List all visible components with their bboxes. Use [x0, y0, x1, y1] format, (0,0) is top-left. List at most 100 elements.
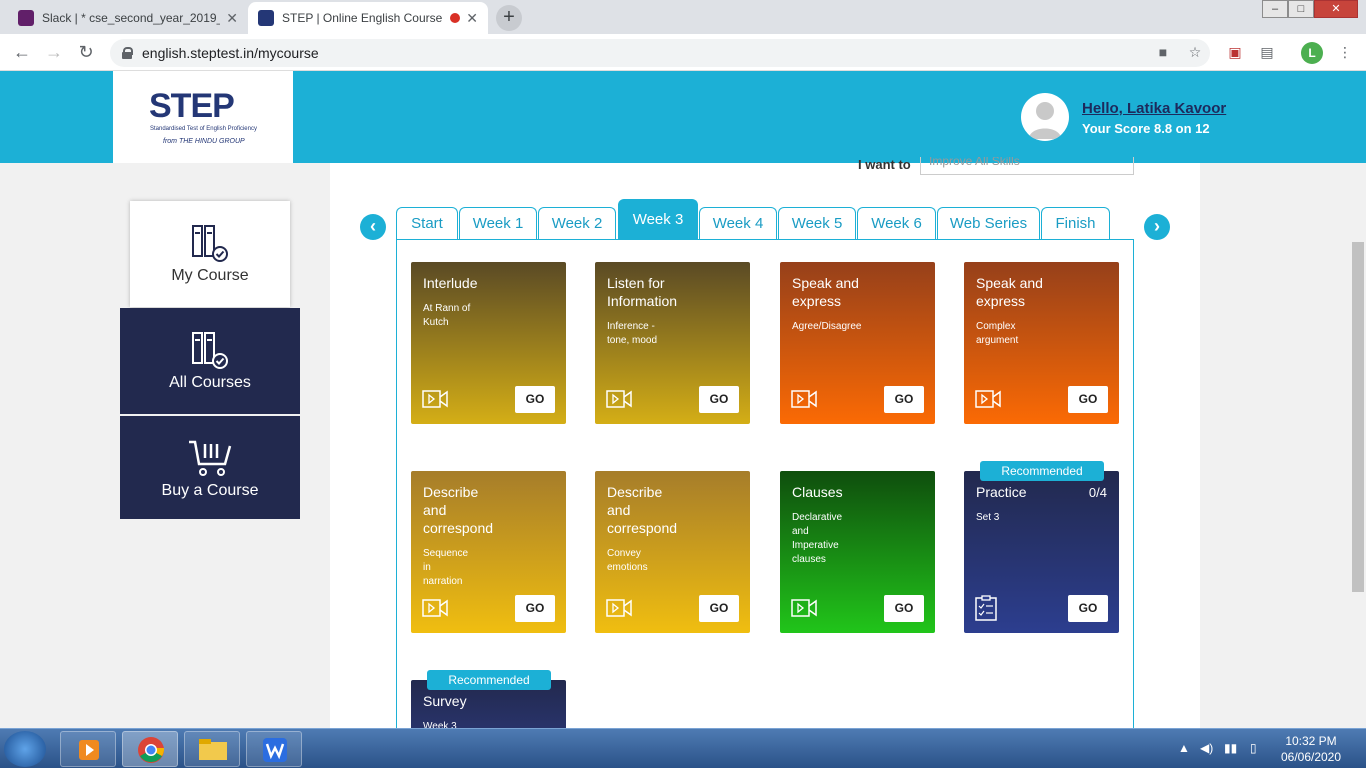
tab-week-3[interactable]: Week 3 — [618, 199, 698, 240]
prev-week-button[interactable]: ‹ — [360, 214, 386, 240]
address-bar[interactable]: english.steptest.in/mycourse — [110, 39, 1210, 67]
system-clock[interactable]: 10:32 PM 06/06/2020 — [1275, 733, 1347, 765]
tab-week-6[interactable]: Week 6 — [857, 207, 936, 240]
course-card[interactable]: Clauses Declarative and Imperative claus… — [780, 471, 935, 633]
user-avatar[interactable] — [1021, 93, 1069, 141]
card-title: Speak and express — [792, 275, 859, 309]
user-score: Your Score 8.8 on 12 — [1082, 121, 1210, 136]
file-explorer-icon[interactable] — [184, 731, 240, 767]
logo-tagline: Standardised Test of English Proficiency — [150, 126, 257, 132]
go-button[interactable]: GO — [1068, 386, 1108, 413]
course-card[interactable]: Listen for Information Inference - tone,… — [595, 262, 750, 424]
lock-icon — [122, 47, 133, 59]
course-card-practice[interactable]: Practice 0/4 Set 3 GO — [964, 471, 1119, 633]
go-button[interactable]: GO — [884, 386, 924, 413]
video-icon — [422, 390, 448, 413]
battery-icon[interactable]: ▯ — [1250, 741, 1257, 755]
course-card[interactable]: Speak and express Agree/Disagree GO — [780, 262, 935, 424]
pdf-extension-icon[interactable]: ▣ — [1227, 44, 1243, 60]
card-subtitle: Agree/Disagree — [792, 321, 862, 332]
profile-avatar[interactable]: L — [1301, 42, 1323, 64]
tab-web-series[interactable]: Web Series — [937, 207, 1040, 240]
site-header: STEP Standardised Test of English Profic… — [0, 71, 1366, 163]
card-title: Listen for Information — [607, 275, 678, 309]
card-subtitle: Declarative and Imperative clauses — [792, 512, 843, 565]
books-icon — [192, 225, 228, 262]
tab-week-1[interactable]: Week 1 — [459, 207, 537, 240]
card-subtitle: Sequence in narration — [423, 548, 469, 587]
chrome-icon[interactable] — [122, 731, 178, 767]
clipboard-icon — [975, 595, 997, 626]
tab-start[interactable]: Start — [396, 207, 458, 240]
go-button[interactable]: GO — [1068, 595, 1108, 622]
tab-slack[interactable]: Slack | * cse_second_year_2019_2 ✕ — [8, 2, 248, 34]
step-favicon-icon — [258, 10, 274, 26]
card-subtitle: Set 3 — [976, 512, 1000, 523]
camera-icon[interactable]: ■ — [1155, 44, 1171, 60]
page-scrollbar-thumb[interactable] — [1352, 242, 1364, 592]
go-button[interactable]: GO — [699, 595, 739, 622]
progress-count: 0/4 — [1088, 485, 1107, 500]
tab-step[interactable]: STEP | Online English Course ✕ — [248, 2, 488, 34]
tab-week-2[interactable]: Week 2 — [538, 207, 616, 240]
recording-icon — [450, 13, 461, 23]
wps-writer-icon[interactable] — [246, 731, 302, 767]
course-grid: Interlude At Rann of Kutch GO Listen for… — [396, 239, 1134, 740]
reload-icon[interactable]: ↻ — [74, 41, 98, 65]
tab-title: Slack | * cse_second_year_2019_2 — [42, 11, 221, 25]
go-button[interactable]: GO — [515, 386, 555, 413]
tab-week-4[interactable]: Week 4 — [699, 207, 777, 240]
show-hidden-icons[interactable]: ▲ — [1178, 741, 1190, 755]
network-icon[interactable]: ▮▮ — [1224, 741, 1237, 755]
logo-wordmark: STEP — [149, 87, 235, 125]
media-player-icon[interactable] — [60, 731, 116, 767]
clock-date: 06/06/2020 — [1280, 750, 1342, 764]
forward-icon[interactable]: → — [42, 41, 66, 65]
goal-label: I want to — [858, 157, 911, 172]
sidebar-item-buy-course[interactable]: Buy a Course — [120, 416, 300, 519]
course-card[interactable]: Describe and correspond Convey emotions … — [595, 471, 750, 633]
card-subtitle: Complex argument — [976, 321, 1019, 346]
logo-from: from THE HINDU GROUP — [163, 138, 245, 145]
maximize-button[interactable]: □ — [1288, 0, 1314, 18]
clock-time: 10:32 PM — [1285, 734, 1337, 748]
books-icon — [192, 332, 228, 369]
go-button[interactable]: GO — [699, 386, 739, 413]
new-tab-button[interactable]: + — [496, 5, 522, 31]
video-icon — [791, 599, 817, 622]
close-window-button[interactable]: ✕ — [1314, 0, 1358, 18]
next-week-button[interactable]: › — [1144, 214, 1170, 240]
tab-title: STEP | Online English Course — [282, 11, 443, 25]
sidebar-item-label: Buy a Course — [161, 482, 259, 499]
user-greeting-link[interactable]: Hello, Latika Kavoor — [1082, 100, 1226, 117]
volume-icon[interactable]: ◀) — [1200, 741, 1213, 755]
go-button[interactable]: GO — [884, 595, 924, 622]
url-text: english.steptest.in/mycourse — [142, 45, 319, 61]
tab-finish[interactable]: Finish — [1041, 207, 1110, 240]
close-tab-icon[interactable]: ✕ — [466, 10, 478, 27]
card-title: Interlude — [423, 275, 478, 291]
extension-icon[interactable]: ▤ — [1259, 44, 1275, 60]
goal-select[interactable]: Improve All Skills — [920, 157, 1134, 175]
card-title: Survey — [423, 693, 467, 709]
sidebar-item-my-course[interactable]: My Course — [130, 201, 290, 307]
back-icon[interactable]: ← — [10, 41, 34, 65]
menu-icon[interactable]: ⋮ — [1337, 44, 1353, 60]
step-logo[interactable]: STEP Standardised Test of English Profic… — [113, 71, 293, 163]
course-card[interactable]: Speak and express Complex argument GO — [964, 262, 1119, 424]
close-tab-icon[interactable]: ✕ — [226, 10, 238, 27]
bookmark-star-icon[interactable]: ☆ — [1187, 44, 1203, 60]
course-card[interactable]: Interlude At Rann of Kutch GO — [411, 262, 566, 424]
windows-start-button[interactable] — [4, 731, 46, 767]
sidebar-item-all-courses[interactable]: All Courses — [120, 308, 300, 414]
tab-week-5[interactable]: Week 5 — [778, 207, 856, 240]
card-title: Clauses — [792, 484, 843, 500]
go-button[interactable]: GO — [515, 595, 555, 622]
video-icon — [975, 390, 1001, 413]
sidebar-item-label: My Course — [171, 267, 249, 284]
minimize-button[interactable]: – — [1262, 0, 1288, 18]
browser-tab-bar: Slack | * cse_second_year_2019_2 ✕ STEP … — [0, 0, 1366, 34]
course-card[interactable]: Describe and correspond Sequence in narr… — [411, 471, 566, 633]
course-content: I want to Improve All Skills ‹ › Start W… — [330, 157, 1200, 740]
video-icon — [606, 390, 632, 413]
